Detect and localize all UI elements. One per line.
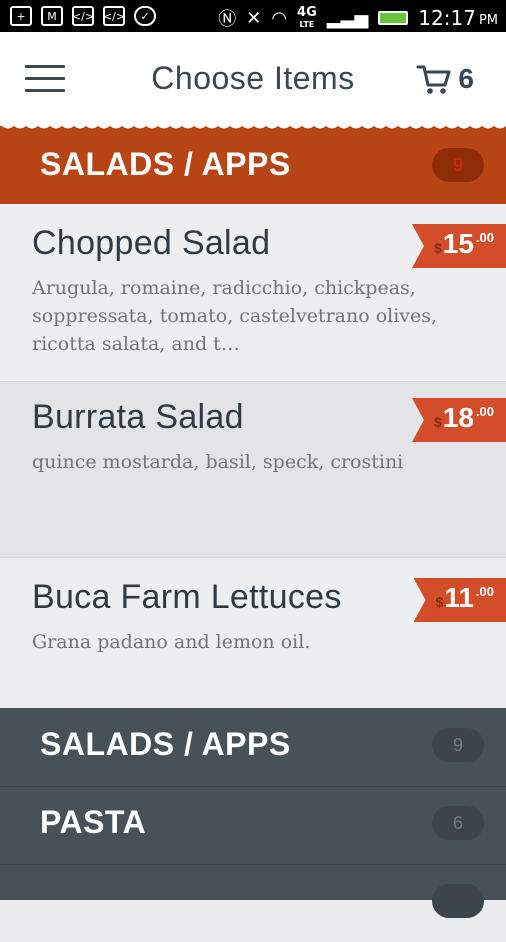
category-label: SALADS / APPS bbox=[40, 726, 291, 762]
signal-icon: ▂▃▅ bbox=[326, 7, 369, 29]
price-tag: $ 18 .00 bbox=[411, 398, 506, 442]
network-type: 4G LTE bbox=[297, 4, 317, 29]
wifi-icon: ◠ bbox=[271, 7, 288, 29]
price-cents: .00 bbox=[475, 230, 494, 245]
category-row-partial[interactable] bbox=[0, 864, 506, 942]
category-count-badge: 9 bbox=[432, 148, 484, 182]
price-cents: .00 bbox=[475, 584, 494, 599]
category-count-badge: 9 bbox=[432, 728, 484, 762]
cart-icon bbox=[416, 65, 451, 94]
category-label: PASTA bbox=[40, 804, 147, 840]
item-name: Chopped Salad bbox=[32, 224, 271, 262]
price-amount: 15 bbox=[442, 228, 474, 259]
system-icons: Ⓝ ✕ ◠ 4G LTE ▂▃▅ 12:17 PM bbox=[218, 5, 498, 31]
category-count-badge bbox=[432, 884, 484, 918]
menu-item[interactable]: Chopped Salad Arugula, romaine, radicchi… bbox=[0, 204, 506, 382]
code-icon: </> bbox=[103, 6, 125, 26]
notification-icons: + M </> </> ✓ bbox=[10, 6, 156, 26]
price-currency: $ bbox=[433, 240, 442, 256]
nfc-icon: Ⓝ bbox=[218, 9, 237, 30]
chat-bubble-icon: ✓ bbox=[134, 6, 156, 26]
app-header: Choose Items 6 bbox=[0, 32, 506, 128]
item-name: Buca Farm Lettuces bbox=[32, 578, 342, 616]
item-name: Burrata Salad bbox=[32, 398, 244, 436]
category-list: SALADS / APPS 9 PASTA 6 bbox=[0, 708, 506, 918]
item-description: quince mostarda, basil, speck, crostini bbox=[32, 451, 404, 473]
item-description: Arugula, romaine, radicchio, chickpeas, … bbox=[32, 277, 438, 355]
status-bar: + M </> </> ✓ Ⓝ ✕ ◠ 4G LTE ▂▃▅ 12:17 PM bbox=[0, 0, 506, 32]
category-header-active[interactable]: SALADS / APPS 9 bbox=[0, 126, 506, 204]
wavy-divider bbox=[0, 122, 506, 129]
price-tag: $ 11 .00 bbox=[413, 578, 506, 622]
price-amount: 11 bbox=[444, 582, 474, 613]
item-description: Grana padano and lemon oil. bbox=[32, 631, 311, 653]
category-label: SALADS / APPS bbox=[40, 146, 291, 182]
cart-button[interactable]: 6 bbox=[416, 61, 474, 97]
code-icon: </> bbox=[72, 6, 94, 26]
category-row[interactable]: SALADS / APPS 9 bbox=[0, 708, 506, 787]
menu-item[interactable]: Buca Farm Lettuces Grana padano and lemo… bbox=[0, 558, 506, 708]
mute-icon: ✕ bbox=[246, 7, 262, 29]
price-amount: 18 bbox=[442, 402, 474, 433]
price-cents: .00 bbox=[475, 404, 494, 419]
gmail-icon: M bbox=[41, 6, 63, 26]
price-tag: $ 15 .00 bbox=[411, 224, 506, 268]
menu-item[interactable]: Burrata Salad quince mostarda, basil, sp… bbox=[0, 382, 506, 558]
category-count-badge: 6 bbox=[432, 806, 484, 840]
price-currency: $ bbox=[433, 414, 442, 430]
plus-box-icon: + bbox=[10, 6, 32, 26]
cart-count: 6 bbox=[458, 63, 474, 94]
clock: 12:17 bbox=[418, 6, 476, 30]
battery-charging-icon bbox=[378, 11, 409, 25]
clock-ampm: PM bbox=[478, 12, 498, 28]
price-currency: $ bbox=[435, 594, 444, 610]
category-row[interactable]: PASTA 6 bbox=[0, 786, 506, 865]
